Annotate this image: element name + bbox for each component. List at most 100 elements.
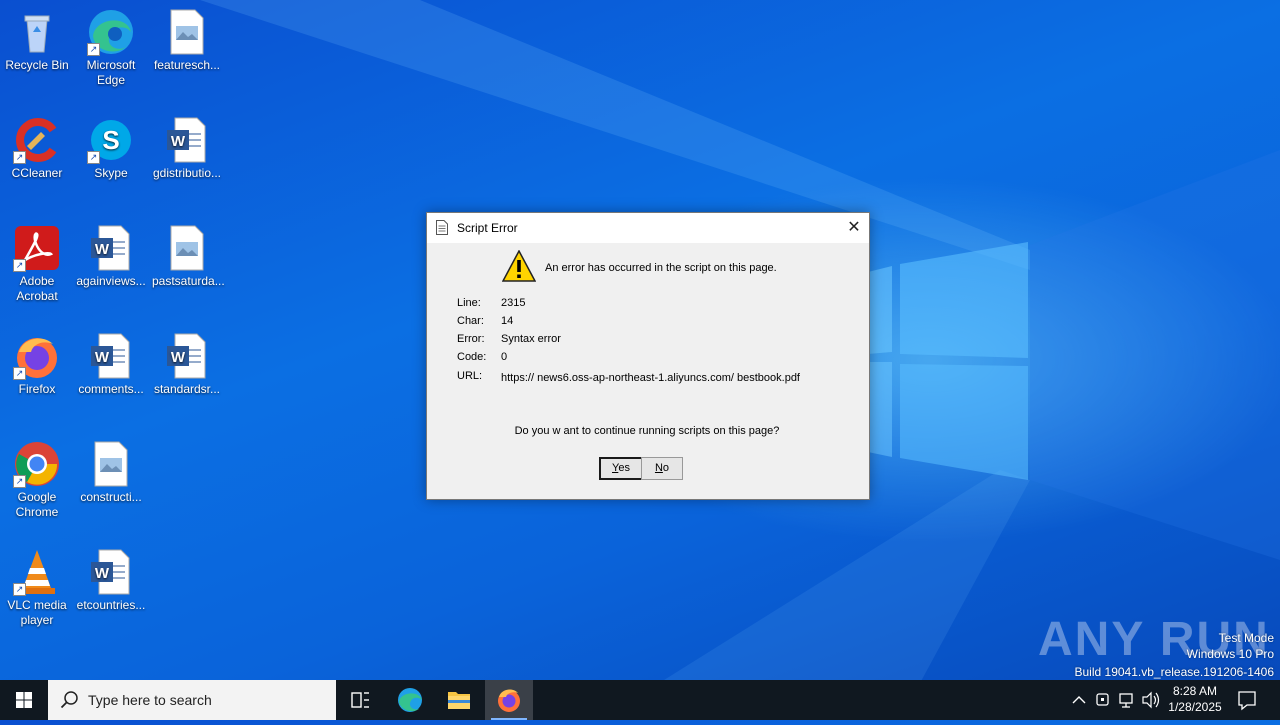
word-document-icon: W [163, 332, 211, 380]
field-value: 0 [501, 351, 508, 363]
speaker-icon [1142, 691, 1160, 709]
volume-button[interactable] [1140, 680, 1162, 720]
action-center-button[interactable] [1232, 680, 1262, 720]
field-value: 14 [501, 315, 514, 327]
task-view-button[interactable] [336, 680, 384, 720]
desktop-icon-featuresch[interactable]: featuresch... [150, 8, 224, 73]
shortcut-arrow-icon: ↗ [87, 43, 100, 56]
windows-start-icon [16, 692, 32, 708]
svg-text:S: S [102, 125, 119, 155]
shortcut-arrow-icon: ↗ [13, 259, 26, 272]
image-file-icon [87, 440, 135, 488]
search-placeholder: Type here to search [88, 692, 212, 708]
document-icon [436, 220, 448, 235]
desktop-icon-recycle-bin[interactable]: Recycle Bin [0, 8, 74, 73]
tray-app-icon[interactable] [1092, 680, 1114, 720]
desktop-icon-label: Skype [94, 166, 128, 180]
warning-icon [502, 250, 536, 282]
desktop-icon-label: Firefox [18, 382, 56, 396]
desktop-icon-label: pastsaturda... [152, 274, 225, 288]
notification-icon [1238, 691, 1256, 711]
clock-time: 8:28 AM [1172, 684, 1218, 698]
start-button[interactable] [0, 680, 48, 720]
image-file-icon [163, 224, 211, 272]
desktop-icon-label: againviews... [76, 274, 146, 288]
build-text: Build 19041.vb_release.191206-1406 [1074, 665, 1275, 679]
word-document-icon: W [87, 332, 135, 380]
desktop-icon-label: etcountries... [76, 598, 146, 612]
desktop-icon-label: Google Chrome [15, 490, 59, 519]
shortcut-arrow-icon: ↗ [87, 151, 100, 164]
taskbar-firefox-button[interactable] [485, 680, 533, 720]
windows-wallpaper-logo [868, 242, 1028, 480]
taskbar-file-explorer-button[interactable] [435, 680, 483, 720]
edge-icon: ↗ [87, 8, 135, 56]
script-error-dialog: Script Error ✕ An error has occurred in … [426, 212, 870, 500]
network-icon [1119, 693, 1133, 708]
no-button[interactable]: No [641, 457, 683, 480]
desktop-icon-standardsr[interactable]: W standardsr... [150, 332, 224, 397]
desktop-icon-etcountries[interactable]: W etcountries... [74, 548, 148, 613]
chrome-icon: ↗ [13, 440, 61, 488]
field-label: Code: [457, 351, 487, 363]
shortcut-arrow-icon: ↗ [13, 475, 26, 488]
desktop-icon-vlc[interactable]: ↗ VLC media player [0, 548, 74, 628]
field-value: Syntax error [501, 333, 561, 345]
desktop-icon-gdistributio[interactable]: W gdistributio... [150, 116, 224, 181]
firefox-icon: ↗ [13, 332, 61, 380]
desktop-icon-adobe-acrobat[interactable]: ↗ Adobe Acrobat [0, 224, 74, 304]
shortcut-arrow-icon: ↗ [13, 151, 26, 164]
taskbar-search-box[interactable]: Type here to search [48, 680, 336, 720]
desktop-icon-label: VLC media player [7, 598, 67, 627]
desktop-icon-label: featuresch... [153, 58, 221, 72]
test-mode-text: Test Mode [1218, 631, 1274, 645]
desktop-icon-label: constructi... [80, 490, 142, 504]
desktop-icon-microsoft-edge[interactable]: ↗ Microsoft Edge [74, 8, 148, 88]
svg-text:W: W [171, 133, 186, 150]
svg-text:W: W [95, 565, 110, 582]
image-file-icon [163, 8, 211, 56]
folder-icon [448, 692, 470, 709]
edge-icon [398, 688, 422, 712]
word-document-icon: W [87, 548, 135, 596]
yes-button[interactable]: Yes [599, 457, 643, 480]
field-label: URL: [457, 370, 483, 382]
desktop-icon-google-chrome[interactable]: ↗ Google Chrome [0, 440, 74, 520]
desktop-icon-againviews[interactable]: W againviews... [74, 224, 148, 289]
task-view-icon [351, 692, 369, 708]
chevron-up-icon [1072, 696, 1086, 704]
desktop-icon-firefox[interactable]: ↗ Firefox [0, 332, 74, 397]
desktop-icon-label: Recycle Bin [5, 58, 69, 72]
desktop-icon-label: CCleaner [11, 166, 63, 180]
desktop-icon-label: Adobe Acrobat [16, 274, 58, 303]
close-icon: ✕ [847, 219, 861, 236]
ccleaner-icon: ↗ [13, 116, 61, 164]
clock-date: 1/28/2025 [1168, 700, 1222, 714]
desktop-icon-label: gdistributio... [152, 166, 222, 180]
desktop-icon-pastsaturda[interactable]: pastsaturda... [150, 224, 225, 289]
taskbar-edge-button[interactable] [386, 680, 434, 720]
word-document-icon: W [87, 224, 135, 272]
desktop-icon-skype[interactable]: S ↗ Skype [74, 116, 148, 181]
field-value: 2315 [501, 297, 526, 309]
svg-text:W: W [95, 241, 110, 258]
vlc-cone-icon: ↗ [13, 548, 61, 596]
network-button[interactable] [1116, 680, 1138, 720]
recycle-bin-icon [13, 8, 61, 56]
dialog-title: Script Error [457, 221, 518, 235]
field-value: https:// news6.oss-ap-northeast-1.aliyun… [501, 372, 800, 384]
security-tray-icon [1096, 693, 1109, 706]
desktop-icon-constructi[interactable]: constructi... [74, 440, 148, 505]
word-document-icon: W [163, 116, 211, 164]
skype-icon: S ↗ [87, 116, 135, 164]
shortcut-arrow-icon: ↗ [13, 367, 26, 380]
svg-text:W: W [95, 349, 110, 366]
show-hidden-icons-button[interactable] [1068, 680, 1090, 720]
field-label: Error: [457, 333, 485, 345]
taskbar-clock[interactable]: 8:28 AM 1/28/2025 [1160, 683, 1230, 715]
desktop-icon-ccleaner[interactable]: ↗ CCleaner [0, 116, 74, 181]
dialog-title-bar[interactable]: Script Error ✕ [427, 213, 869, 243]
close-button[interactable]: ✕ [839, 213, 869, 243]
desktop-icon-comments[interactable]: W comments... [74, 332, 148, 397]
svg-text:W: W [171, 349, 186, 366]
